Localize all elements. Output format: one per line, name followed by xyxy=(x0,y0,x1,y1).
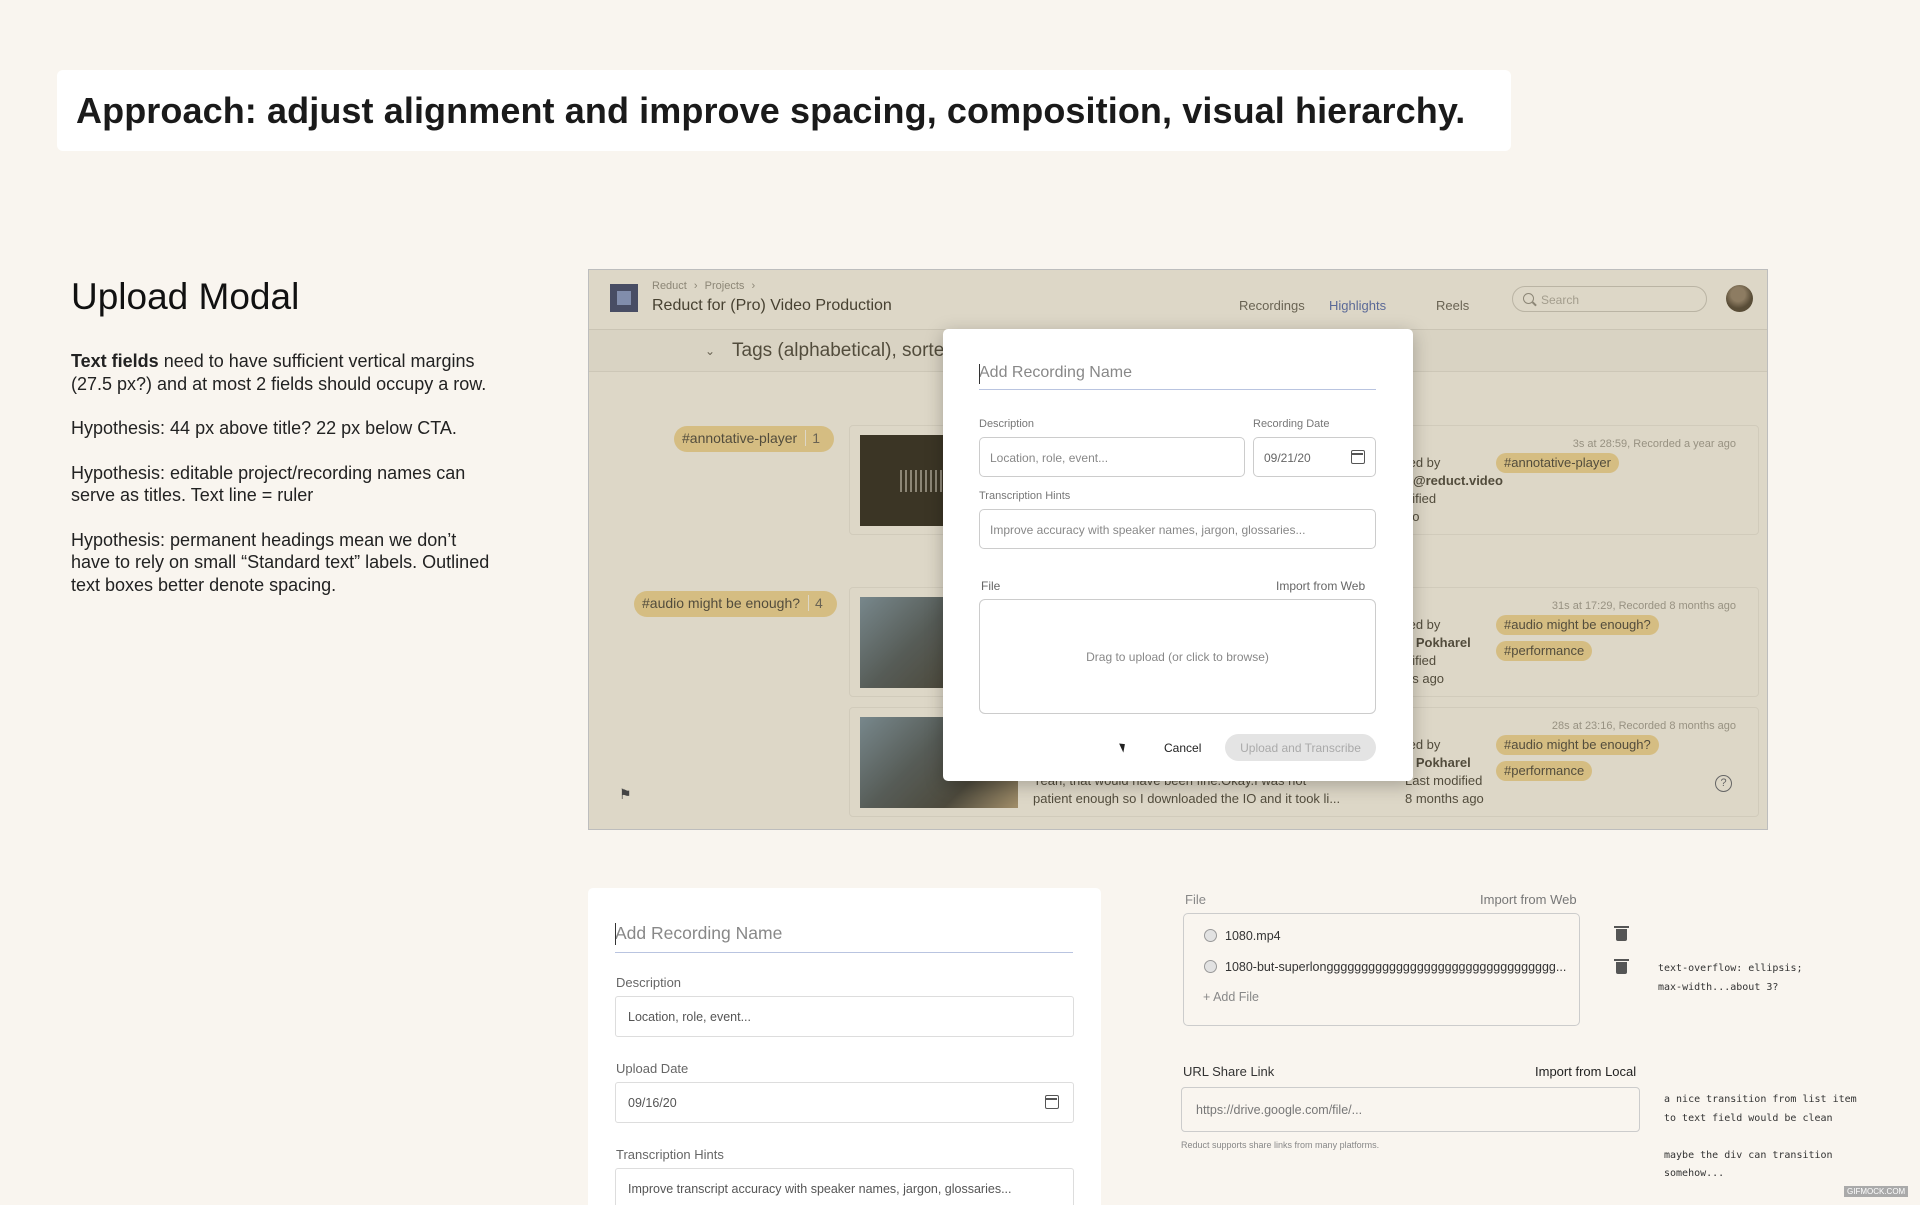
file-item[interactable]: 1080.mp4 xyxy=(1204,929,1281,943)
recording-date-label: Recording Date xyxy=(1253,418,1330,430)
description-input[interactable]: Location, role, event... xyxy=(615,996,1074,1037)
transcription-hints-input[interactable]: Improve transcript accuracy with speaker… xyxy=(615,1168,1074,1205)
transition-note: a nice transition from list item to text… xyxy=(1664,1094,1857,1179)
note-bold: Text fields xyxy=(71,351,159,371)
help-icon[interactable]: ? xyxy=(1715,775,1732,792)
cancel-button[interactable]: Cancel xyxy=(1164,741,1201,755)
url-share-input[interactable]: https://drive.google.com/file/... xyxy=(1181,1087,1640,1132)
notes-column: Upload Modal Text fields need to have su… xyxy=(71,276,491,618)
recording-name-input[interactable]: Add Recording Name xyxy=(615,923,1073,953)
file-icon xyxy=(1204,960,1217,973)
description-label: Description xyxy=(616,975,682,990)
flag-icon[interactable]: ⚑ xyxy=(619,786,632,803)
trash-icon[interactable] xyxy=(1614,959,1629,974)
transcription-hints-input[interactable]: Improve accuracy with speaker names, jar… xyxy=(979,509,1376,549)
file-label: File xyxy=(981,579,1001,593)
description-placeholder: Location, role, event... xyxy=(628,1010,751,1024)
date-value: 09/16/20 xyxy=(628,1096,677,1110)
hints-placeholder: Improve transcript accuracy with speaker… xyxy=(628,1182,1012,1196)
revised-upload-modal: Add Recording Name Description Location,… xyxy=(588,888,1101,1205)
url-hint: Reduct supports share links from many pl… xyxy=(1181,1140,1380,1150)
description-input[interactable]: Location, role, event... xyxy=(979,437,1245,477)
description-label: Description xyxy=(979,418,1035,430)
note-text-fields: Text fields need to have sufficient vert… xyxy=(71,350,491,395)
transcription-hints-label: Transcription Hints xyxy=(979,490,1071,502)
file-name: 1080.mp4 xyxy=(1225,929,1281,943)
import-from-web-link[interactable]: Import from Web xyxy=(1480,892,1577,907)
file-name: 1080-but-superlonggggggggggggggggggggggg… xyxy=(1225,960,1567,974)
watermark: GIFMOCK.COM xyxy=(1844,1186,1909,1197)
upload-transcribe-button[interactable]: Upload and Transcribe xyxy=(1225,734,1376,761)
url-placeholder: https://drive.google.com/file/... xyxy=(1196,1103,1363,1117)
url-share-link-label: URL Share Link xyxy=(1183,1064,1275,1079)
note-hypothesis-1: Hypothesis: 44 px above title? 22 px bel… xyxy=(71,418,457,438)
approach-banner: Approach: adjust alignment and improve s… xyxy=(57,70,1511,151)
hints-placeholder: Improve accuracy with speaker names, jar… xyxy=(990,523,1306,537)
import-from-local-link[interactable]: Import from Local xyxy=(1535,1064,1636,1079)
file-label: File xyxy=(1185,892,1206,907)
file-dropzone[interactable]: Drag to upload (or click to browse) xyxy=(979,599,1376,714)
notes-heading: Upload Modal xyxy=(71,276,300,317)
note-hypothesis-3: Hypothesis: permanent headings mean we d… xyxy=(71,529,490,595)
recording-date-input[interactable]: 09/21/20 xyxy=(1253,437,1376,477)
app-screenshot: Reduct › Projects › Reduct for (Pro) Vid… xyxy=(588,269,1768,830)
calendar-icon[interactable] xyxy=(1351,450,1365,464)
upload-date-label: Upload Date xyxy=(616,1061,689,1076)
file-list: 1080.mp4 1080-but-superlongggggggggggggg… xyxy=(1183,913,1580,1026)
import-from-web-link[interactable]: Import from Web xyxy=(1276,579,1365,593)
upload-date-input[interactable]: 09/16/20 xyxy=(615,1082,1074,1123)
calendar-icon[interactable] xyxy=(1045,1095,1059,1109)
trash-icon[interactable] xyxy=(1614,926,1629,941)
transcription-hints-label: Transcription Hints xyxy=(616,1147,724,1162)
note-hypothesis-2: Hypothesis: editable project/recording n… xyxy=(71,462,466,506)
approach-title: Approach: adjust alignment and improve s… xyxy=(76,89,1466,131)
recording-name-input[interactable]: Add Recording Name xyxy=(979,364,1376,390)
ellipsis-note: text-overflow: ellipsis; max-width...abo… xyxy=(1658,963,1803,993)
file-icon xyxy=(1204,929,1217,942)
description-placeholder: Location, role, event... xyxy=(990,451,1109,465)
dropzone-text: Drag to upload (or click to browse) xyxy=(1086,650,1269,664)
add-file-button[interactable]: + Add File xyxy=(1203,990,1259,1004)
recording-name-placeholder: Add Recording Name xyxy=(615,923,783,943)
upload-modal: Add Recording Name Description Location,… xyxy=(943,329,1413,781)
date-value: 09/21/20 xyxy=(1264,451,1311,465)
recording-name-placeholder: Add Recording Name xyxy=(979,364,1132,381)
file-item[interactable]: 1080-but-superlonggggggggggggggggggggggg… xyxy=(1204,960,1566,974)
mouse-cursor-icon xyxy=(1119,741,1128,753)
